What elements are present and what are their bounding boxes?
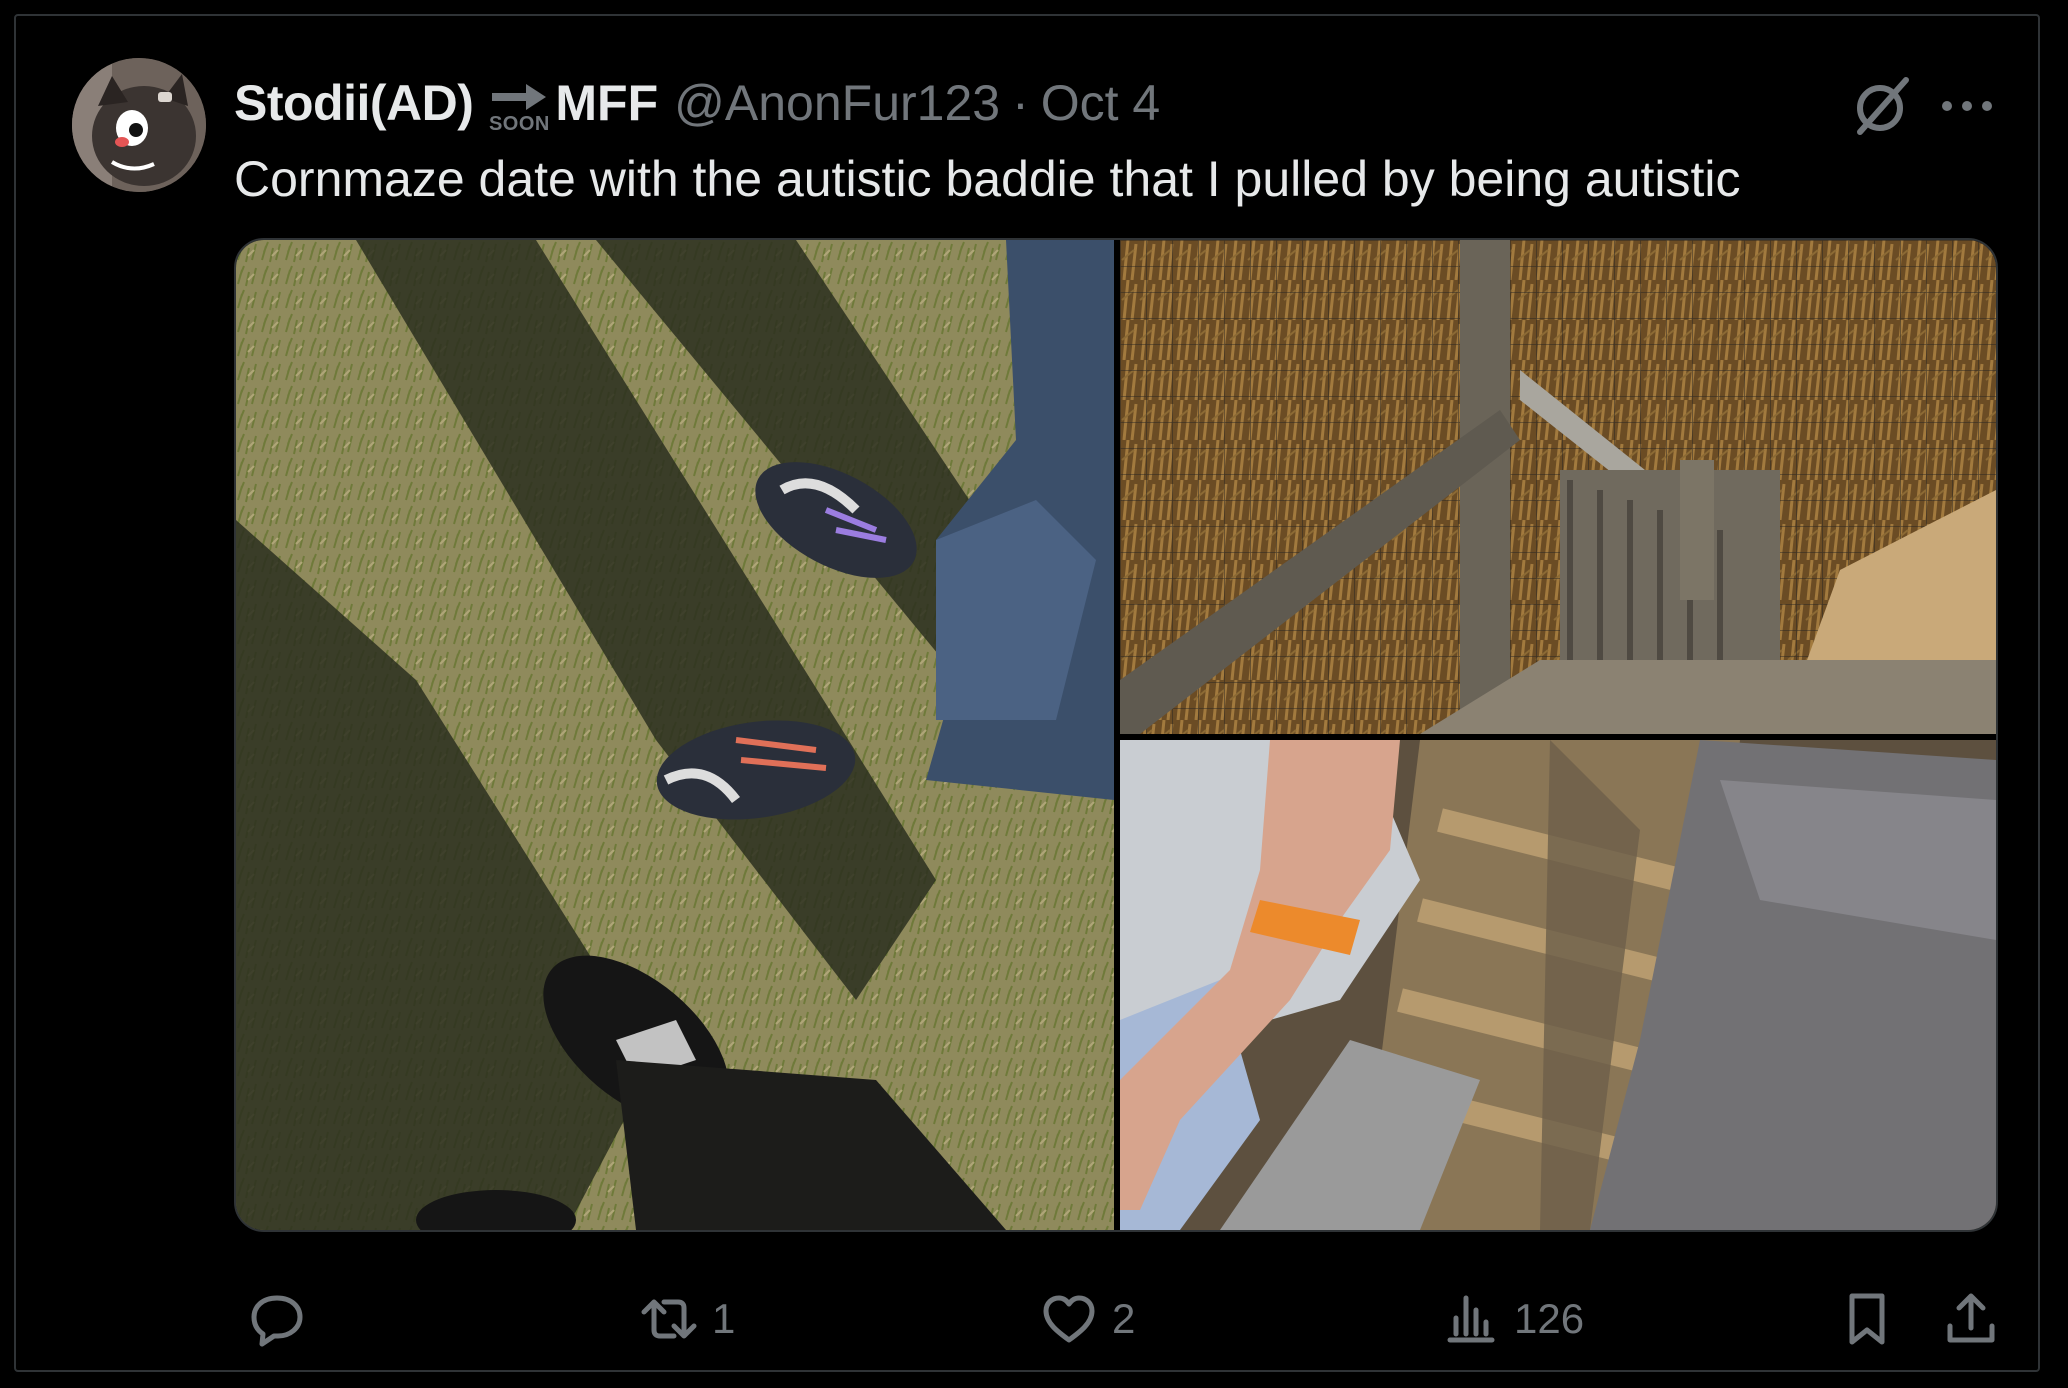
share-button[interactable] <box>1942 1284 2000 1354</box>
like-button[interactable]: 2 <box>1040 1284 1135 1354</box>
user-handle[interactable]: @AnonFur123 <box>674 74 1000 132</box>
like-icon <box>1043 1295 1095 1343</box>
arrow-right-icon <box>492 84 547 110</box>
separator-dot: · <box>1012 75 1029 131</box>
reply-button[interactable] <box>248 1284 320 1354</box>
like-count: 2 <box>1112 1295 1136 1342</box>
retweet-button[interactable]: 1 <box>640 1284 735 1354</box>
display-name-suffix[interactable]: MFF <box>555 74 658 132</box>
post-header: Stodii(AD) SOON MFF @AnonFur123 · Oct 4 <box>234 68 1160 138</box>
post-text: Cornmaze date with the autistic baddie t… <box>234 151 1741 207</box>
bookmark-button[interactable] <box>1838 1284 1896 1354</box>
views-button[interactable]: 126 <box>1442 1284 1584 1354</box>
more-icon[interactable] <box>1938 86 1996 126</box>
share-icon <box>1947 1293 1995 1343</box>
soon-badge: SOON <box>487 72 551 134</box>
photo-shoes-on-grass[interactable] <box>236 240 1114 1230</box>
retweet-count: 1 <box>712 1295 736 1342</box>
avatar-image <box>72 58 206 192</box>
photo-wristband-stairs[interactable] <box>1120 740 1996 1230</box>
grok-icon[interactable] <box>1848 74 1912 138</box>
media-grid <box>234 238 1998 1232</box>
avatar[interactable] <box>72 58 206 192</box>
reply-icon <box>251 1295 303 1347</box>
post-date[interactable]: Oct 4 <box>1041 74 1160 132</box>
display-name[interactable]: Stodii(AD) <box>234 74 474 132</box>
action-bar: 1 2 126 <box>234 1284 1998 1354</box>
tweet-card[interactable]: Stodii(AD) SOON MFF @AnonFur123 · Oct 4 … <box>14 14 2040 1372</box>
bookmark-icon <box>1849 1293 1885 1345</box>
views-count: 126 <box>1514 1295 1585 1342</box>
retweet-icon <box>641 1299 697 1339</box>
photo-corn-maze-fence[interactable] <box>1120 240 1996 734</box>
views-icon <box>1447 1295 1495 1343</box>
soon-badge-label: SOON <box>488 113 550 135</box>
